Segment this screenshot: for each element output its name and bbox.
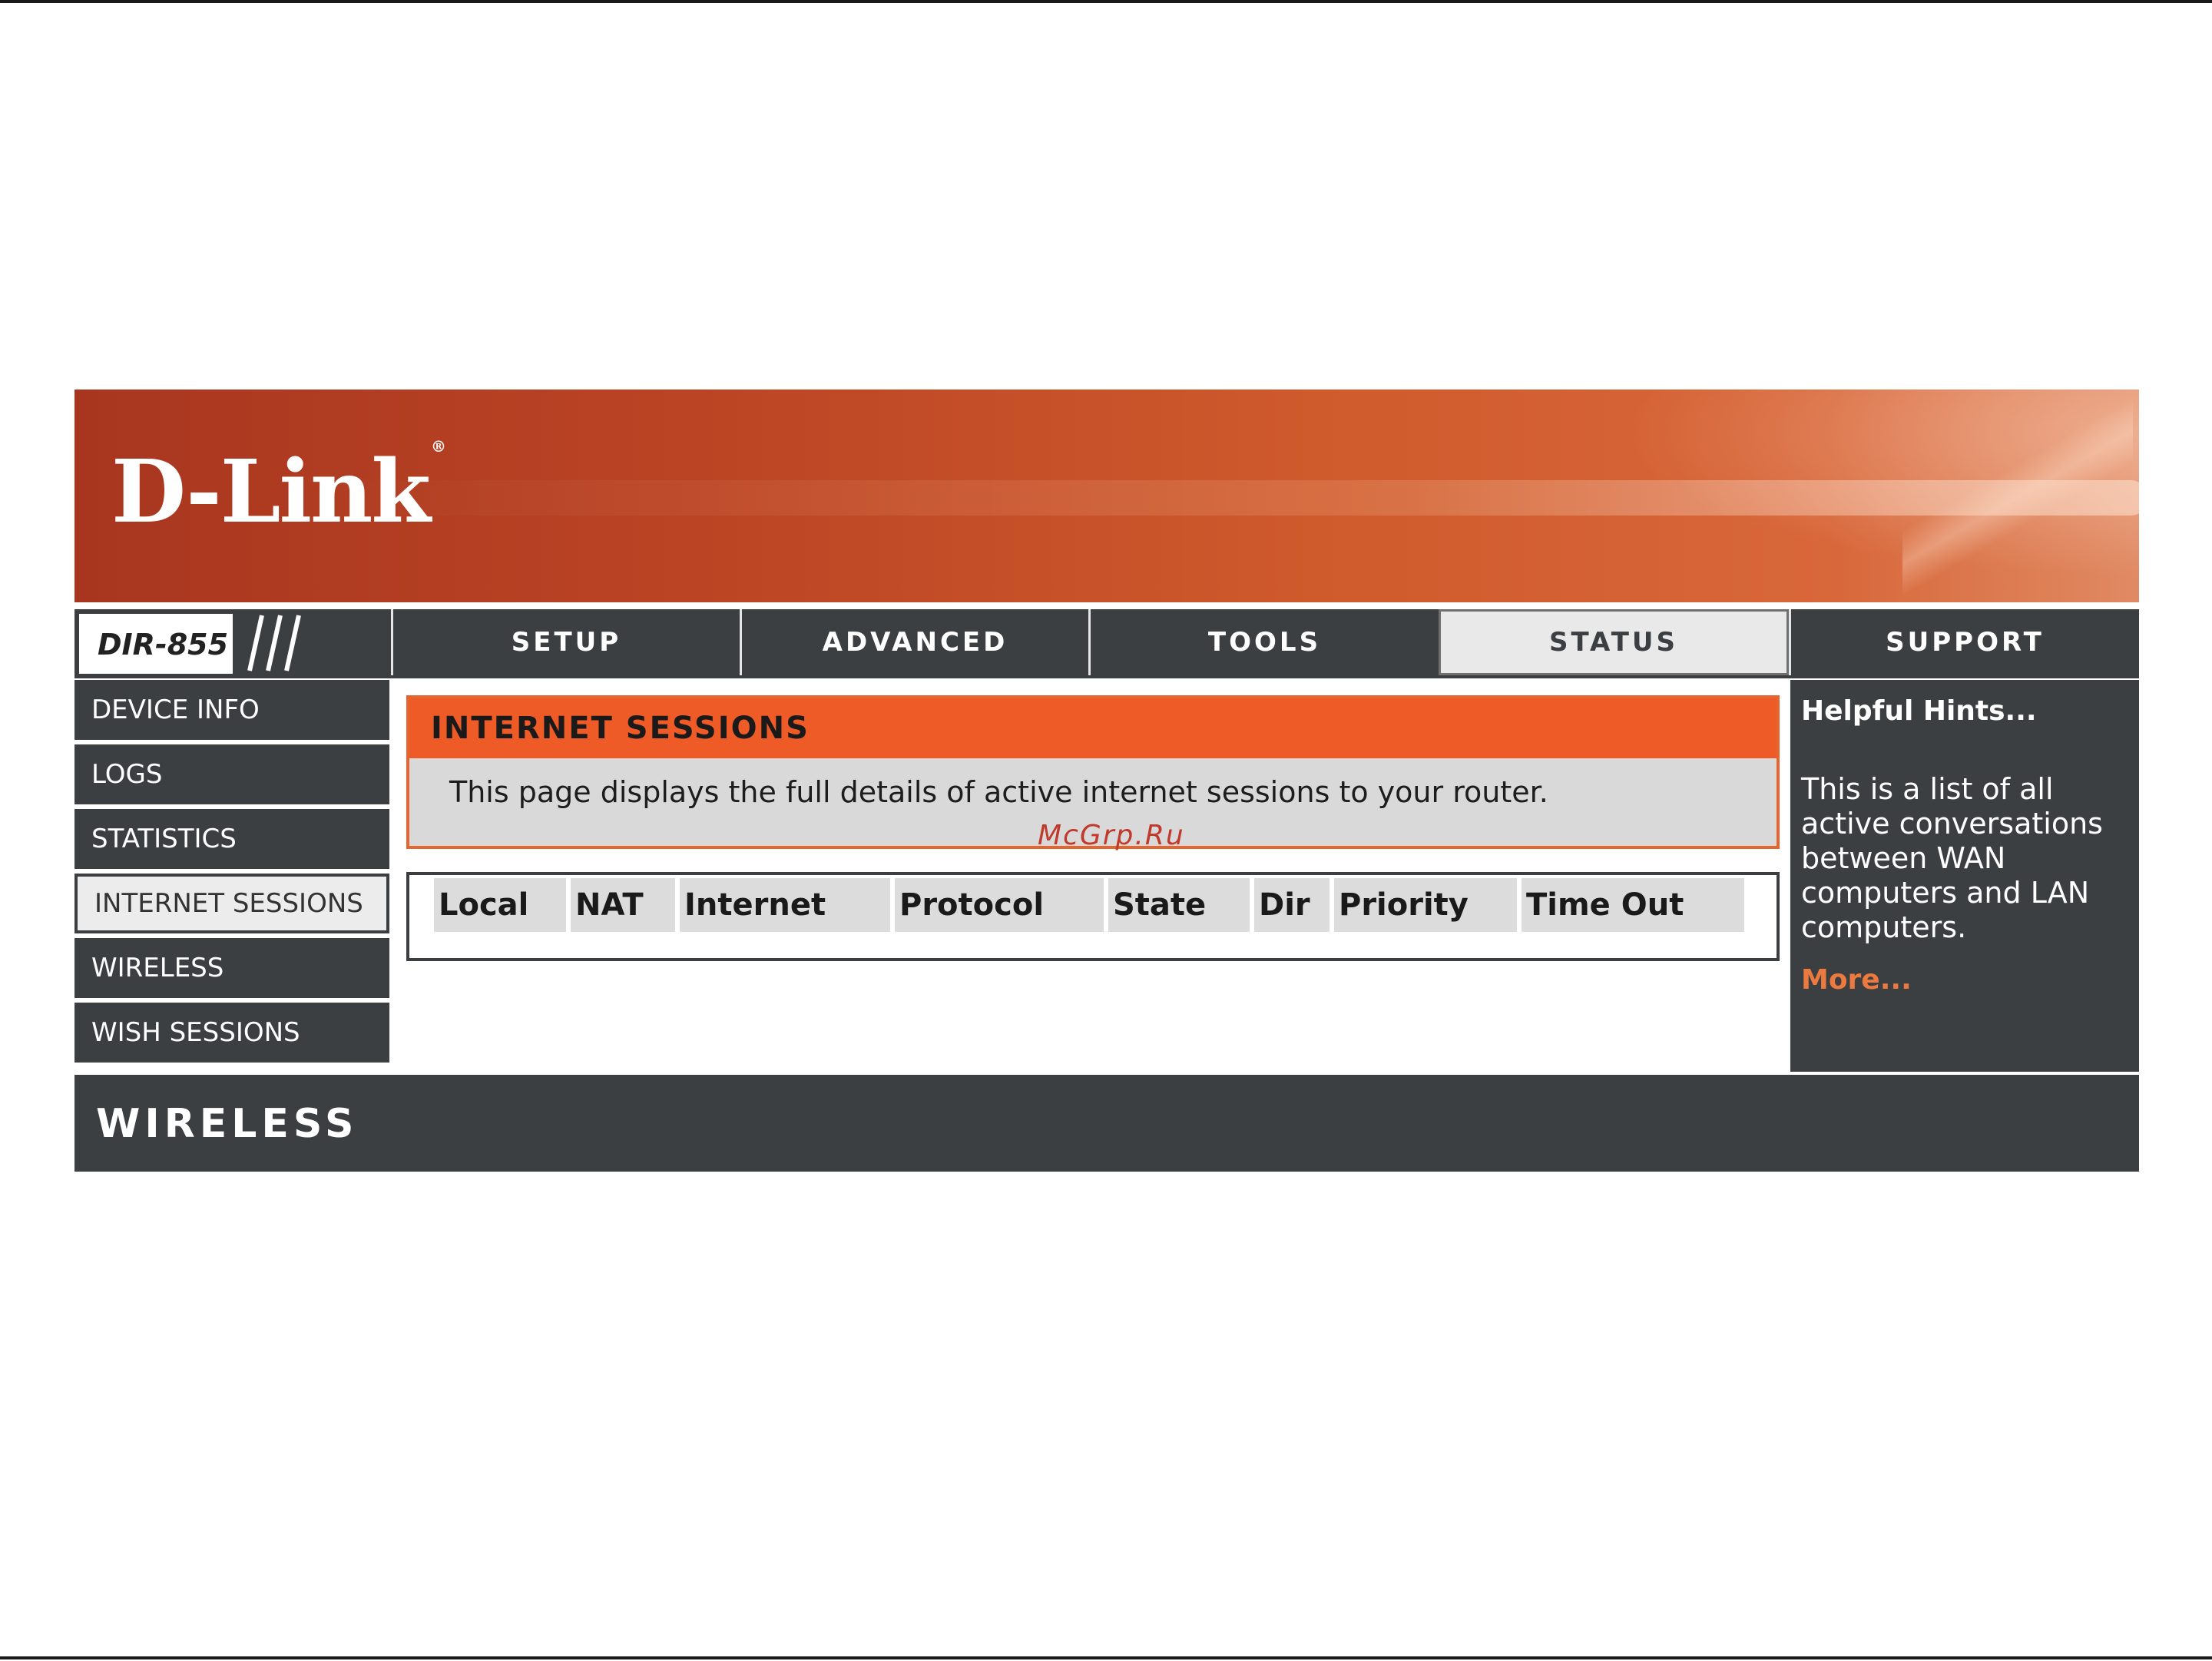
hints-title: Helpful Hints... bbox=[1801, 695, 2037, 727]
page-top-rule bbox=[0, 0, 2212, 3]
sidebar-item-device-info[interactable]: DEVICE INFO bbox=[75, 680, 389, 740]
registered-mark: ® bbox=[431, 437, 446, 456]
column-header-internet: Internet bbox=[680, 878, 890, 932]
column-header-nat: NAT bbox=[571, 878, 675, 932]
column-header-dir: Dir bbox=[1254, 878, 1330, 932]
tab-setup[interactable]: SETUP bbox=[391, 609, 740, 675]
sidebar-item-wish-sessions[interactable]: WISH SESSIONS bbox=[75, 1003, 389, 1063]
banner-swoosh bbox=[1902, 397, 2133, 597]
hints-body: This is a list of all active conversatio… bbox=[1801, 772, 2103, 944]
page-bottom-rule bbox=[0, 1656, 2212, 1659]
column-header-protocol: Protocol bbox=[895, 878, 1104, 932]
helpful-hints-panel: Helpful Hints... This is a list of all a… bbox=[1790, 680, 2139, 1072]
column-header-time-out: Time Out bbox=[1522, 878, 1744, 932]
sidebar-item-internet-sessions[interactable]: INTERNET SESSIONS bbox=[75, 874, 389, 933]
column-header-state: State bbox=[1108, 878, 1250, 932]
sidebar-item-wireless[interactable]: WIRELESS bbox=[75, 938, 389, 998]
section-description: This page displays the full details of a… bbox=[449, 775, 1548, 809]
footer-wireless-label: WIRELESS bbox=[96, 1101, 359, 1147]
column-header-local: Local bbox=[434, 878, 566, 932]
tab-status[interactable]: STATUS bbox=[1439, 609, 1789, 675]
dlink-logo[interactable]: D-Link ® bbox=[111, 437, 446, 542]
router-admin-app: D-Link ® DIR-855 SETUP ADVANCED TOOLS STA… bbox=[75, 390, 2139, 1172]
model-badge: DIR-855 bbox=[78, 612, 234, 675]
sessions-table: Local NAT Internet Protocol State Dir Pr… bbox=[406, 872, 1780, 961]
section-title: INTERNET SESSIONS bbox=[409, 698, 1777, 758]
sidebar-item-logs[interactable]: LOGS bbox=[75, 744, 389, 804]
main-content: INTERNET SESSIONS This page displays the… bbox=[391, 680, 1863, 1072]
top-navigation: DIR-855 SETUP ADVANCED TOOLS STATUS SUPP… bbox=[75, 609, 2139, 678]
slashes-decoration-icon bbox=[247, 615, 301, 671]
watermark-text: McGrp.Ru bbox=[1038, 820, 1185, 851]
footer-bar: WIRELESS bbox=[75, 1075, 2139, 1172]
more-link[interactable]: More... bbox=[1801, 964, 1912, 996]
sidebar-item-statistics[interactable]: STATISTICS bbox=[75, 809, 389, 869]
model-name: DIR-855 bbox=[98, 628, 229, 661]
logo-text: D-Link bbox=[111, 442, 431, 542]
column-header-priority: Priority bbox=[1334, 878, 1517, 932]
tab-tools[interactable]: TOOLS bbox=[1088, 609, 1439, 675]
tab-advanced[interactable]: ADVANCED bbox=[740, 609, 1088, 675]
tab-support[interactable]: SUPPORT bbox=[1789, 609, 2139, 675]
header-banner: D-Link ® bbox=[75, 390, 2139, 602]
internet-sessions-section: INTERNET SESSIONS This page displays the… bbox=[406, 695, 1780, 851]
left-sidebar: DEVICE INFO LOGS STATISTICS INTERNET SES… bbox=[75, 680, 391, 1072]
